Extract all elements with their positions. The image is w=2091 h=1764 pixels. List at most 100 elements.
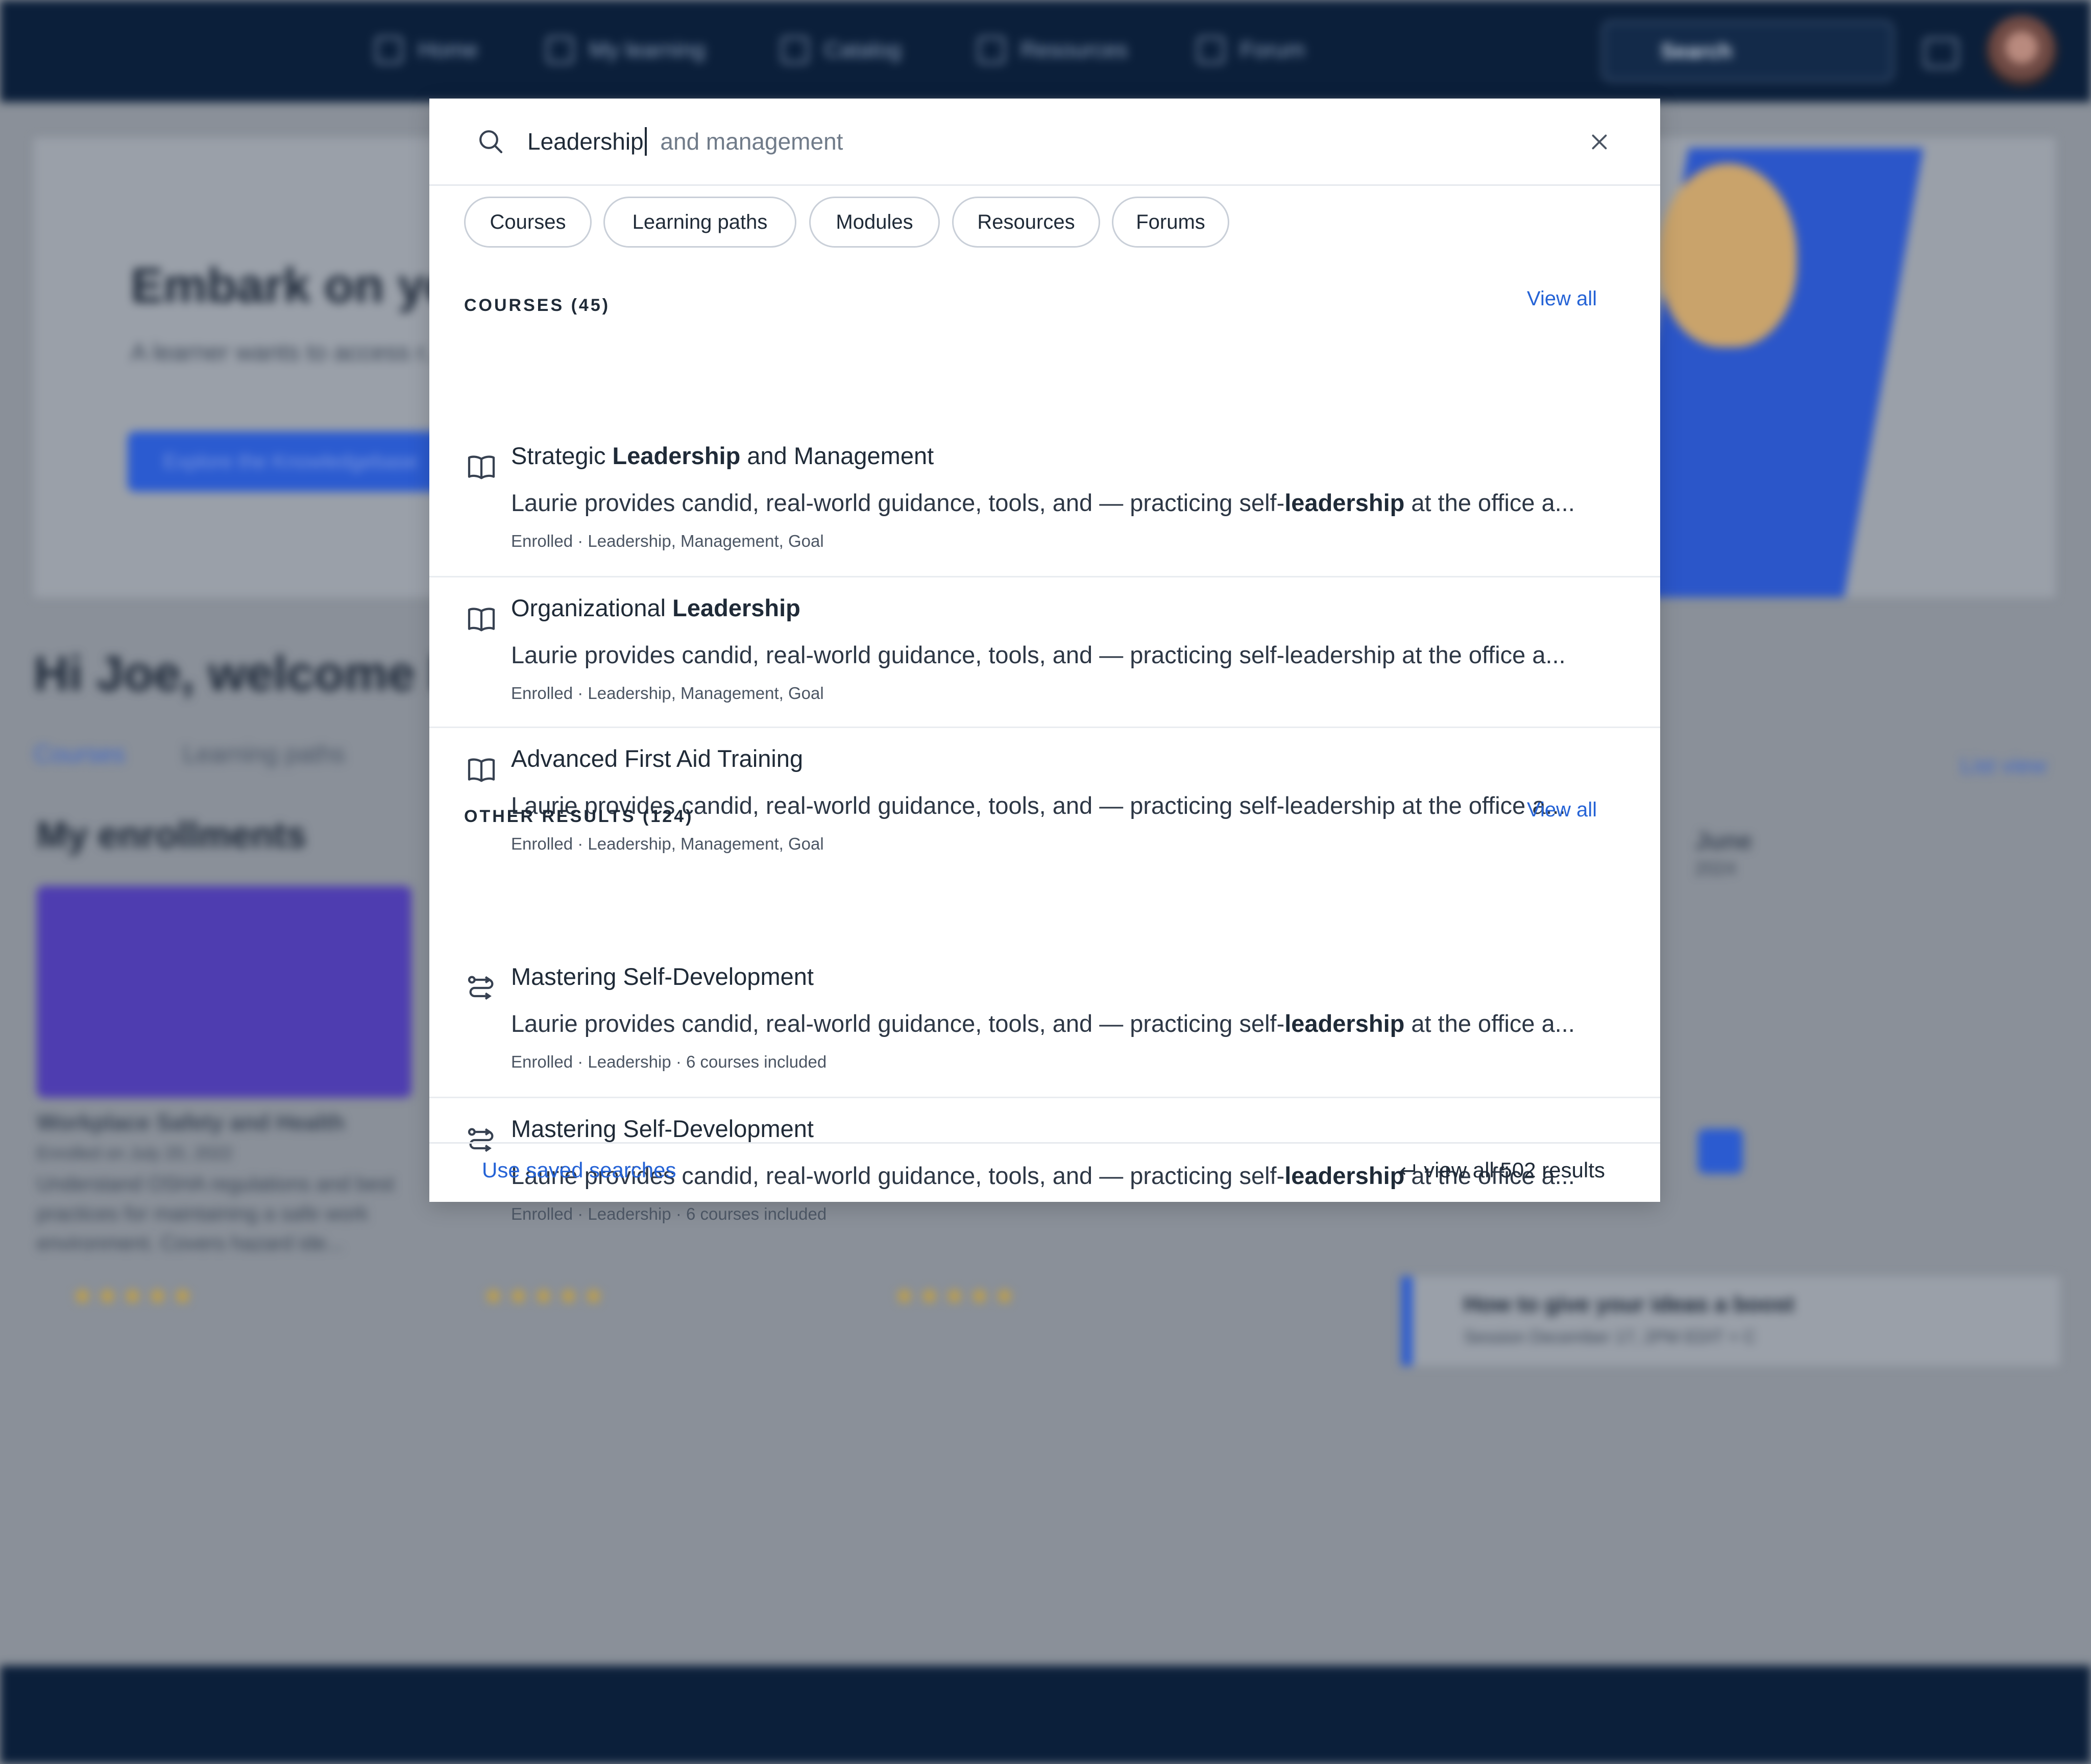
result-title-highlight: Leadership xyxy=(612,442,741,469)
learning-path-icon xyxy=(465,972,498,1004)
nav-resources[interactable]: Resources xyxy=(978,34,1128,66)
result-title[interactable]: Organizational Leadership xyxy=(511,594,800,622)
hero-title: Embark on yo xyxy=(131,258,455,313)
result-desc-text: at the office a... xyxy=(1404,1010,1575,1037)
result-meta: EnrolledLeadership, Management, Goal xyxy=(511,834,824,854)
search-query-text: Leadership xyxy=(527,128,644,155)
other-results-section-heading: OTHER RESULTS (124) xyxy=(464,807,694,826)
result-title-text: and Management xyxy=(740,442,934,469)
filter-chip-resources[interactable]: Resources xyxy=(952,197,1100,248)
search-modal: Leadership and management Courses Learni… xyxy=(429,99,1660,1223)
result-title[interactable]: Strategic Leadership and Management xyxy=(511,442,934,470)
nav-forum[interactable]: Forum xyxy=(1197,34,1305,66)
result-desc-highlight: leadership xyxy=(1284,1010,1405,1037)
book-icon xyxy=(465,451,498,484)
tab-learning-paths[interactable]: Learning paths xyxy=(183,741,345,768)
home-icon xyxy=(375,36,403,64)
result-meta: EnrolledLeadership6 courses included xyxy=(511,1204,826,1224)
catalog-icon xyxy=(781,36,809,64)
result-meta: EnrolledLeadership, Management, Goal xyxy=(511,531,824,551)
lightbulb-illustration xyxy=(1659,163,1797,347)
page-footer xyxy=(0,1665,2091,1764)
result-meta-item: 6 courses included xyxy=(671,1204,827,1223)
event-title: How to give your ideas a boost xyxy=(1464,1292,1794,1317)
result-meta-item: Enrolled xyxy=(511,1052,573,1071)
result-title[interactable]: Mastering Self-Development xyxy=(511,1115,814,1143)
search-result-item[interactable]: Advanced First Aid Training Laurie provid… xyxy=(429,727,1660,879)
result-desc-text: Laurie provides candid, real-world guida… xyxy=(511,641,1566,668)
result-title[interactable]: Mastering Self-Development xyxy=(511,962,814,990)
result-meta: EnrolledLeadership, Management, Goal xyxy=(511,684,824,703)
enter-key-icon xyxy=(1400,1164,1416,1175)
close-icon[interactable] xyxy=(1587,129,1612,155)
result-meta-item: Enrolled xyxy=(511,834,573,853)
book-icon xyxy=(465,603,498,636)
enrollments-heading: My enrollments xyxy=(37,815,307,856)
nav-search-input[interactable]: Search xyxy=(1602,20,1894,82)
result-meta-item: Enrolled xyxy=(511,684,573,703)
search-result-item[interactable]: Strategic Leadership and Management Lauri… xyxy=(429,425,1660,576)
result-title[interactable]: Advanced First Aid Training xyxy=(511,744,803,772)
course-card-image[interactable] xyxy=(37,886,411,1098)
search-result-item[interactable]: Organizational Leadership Laurie provides… xyxy=(429,576,1660,728)
result-meta-item: Leadership, Management, Goal xyxy=(573,531,824,550)
course-card-title[interactable]: Workplace Safety and Health xyxy=(37,1108,345,1138)
filter-chip-forums[interactable]: Forums xyxy=(1112,197,1229,248)
tab-courses[interactable]: Courses xyxy=(34,741,125,768)
search-input[interactable]: Leadership and management xyxy=(527,126,843,157)
result-meta-item: Leadership, Management, Goal xyxy=(573,834,824,853)
calendar-year: 2024 xyxy=(1695,858,1736,879)
courses-view-all-link[interactable]: View all xyxy=(1527,287,1597,310)
nav-catalog[interactable]: Catalog xyxy=(781,34,902,66)
result-description: Laurie provides candid, real-world guida… xyxy=(511,489,1644,517)
result-meta-item: Leadership xyxy=(573,1204,671,1223)
result-title-text: Strategic xyxy=(511,442,613,469)
resources-icon xyxy=(978,36,1005,64)
result-title-text: Mastering Self-Development xyxy=(511,963,814,990)
search-bar[interactable]: Leadership and management xyxy=(429,99,1660,186)
saved-searches-link[interactable]: Use saved searches xyxy=(482,1158,676,1182)
learning-icon xyxy=(546,36,574,64)
content-tabs: Courses Learning paths xyxy=(34,740,396,768)
rating-stars: ★★★★★ xyxy=(482,1283,608,1310)
result-title-text: Mastering Self-Development xyxy=(511,1115,814,1142)
other-results-view-all-link[interactable]: View all xyxy=(1527,799,1597,821)
calendar-today[interactable] xyxy=(1698,1129,1743,1174)
avatar[interactable] xyxy=(1986,15,2057,87)
rating-stars: ★★★★★ xyxy=(893,1283,1019,1310)
mail-icon[interactable] xyxy=(1924,38,1958,68)
view-all-results-label: view all 502 results xyxy=(1424,1158,1605,1182)
result-title-highlight: Leadership xyxy=(672,594,800,621)
search-icon xyxy=(479,130,503,154)
filter-chip-learning-paths[interactable]: Learning paths xyxy=(603,197,796,248)
nav-home[interactable]: Home xyxy=(375,34,478,66)
event-time: Session December 17, 2PM EDIT + C xyxy=(1464,1327,1756,1347)
result-desc-highlight: leadership xyxy=(1284,489,1405,516)
filter-chip-modules[interactable]: Modules xyxy=(809,197,940,248)
result-desc-text: Laurie provides candid, real-world guida… xyxy=(511,489,1285,516)
result-description: Laurie provides candid, real-world guida… xyxy=(511,641,1644,669)
result-meta-item: Leadership, Management, Goal xyxy=(573,684,824,703)
result-meta-item: Leadership xyxy=(573,1052,671,1071)
result-meta-item: 6 courses included xyxy=(671,1052,827,1071)
courses-section-heading: COURSES (45) xyxy=(464,296,611,315)
view-all-results-button[interactable]: view all 502 results xyxy=(1397,1158,1605,1182)
result-description: Laurie provides candid, real-world guida… xyxy=(511,1009,1644,1037)
search-result-item[interactable]: Mastering Self-Development Laurie provide… xyxy=(429,946,1660,1097)
nav-my-learning[interactable]: My learning xyxy=(546,34,705,66)
welcome-heading: Hi Joe, welcome b xyxy=(34,646,459,701)
result-desc-text: at the office a... xyxy=(1404,489,1575,516)
modal-footer: Use saved searches view all 502 results xyxy=(429,1142,1660,1203)
result-desc-text: Laurie provides candid, real-world guida… xyxy=(511,1010,1285,1037)
calendar-month: June xyxy=(1695,828,1753,855)
result-meta-item: Enrolled xyxy=(511,531,573,550)
result-meta: EnrolledLeadership6 courses included xyxy=(511,1052,826,1072)
top-nav: Home My learning Catalog Resources Forum… xyxy=(0,0,2091,102)
filter-chip-courses[interactable]: Courses xyxy=(464,197,592,248)
event-card[interactable]: How to give your ideas a boost Session D… xyxy=(1401,1276,2060,1366)
result-meta-item: Enrolled xyxy=(511,1204,573,1223)
course-card-enrolled: Enrolled on July 20, 2022 xyxy=(37,1144,233,1163)
result-title-text: Organizational xyxy=(511,594,673,621)
list-view-toggle[interactable]: List view xyxy=(1960,753,2047,779)
search-autocomplete-hint: and management xyxy=(653,128,843,155)
